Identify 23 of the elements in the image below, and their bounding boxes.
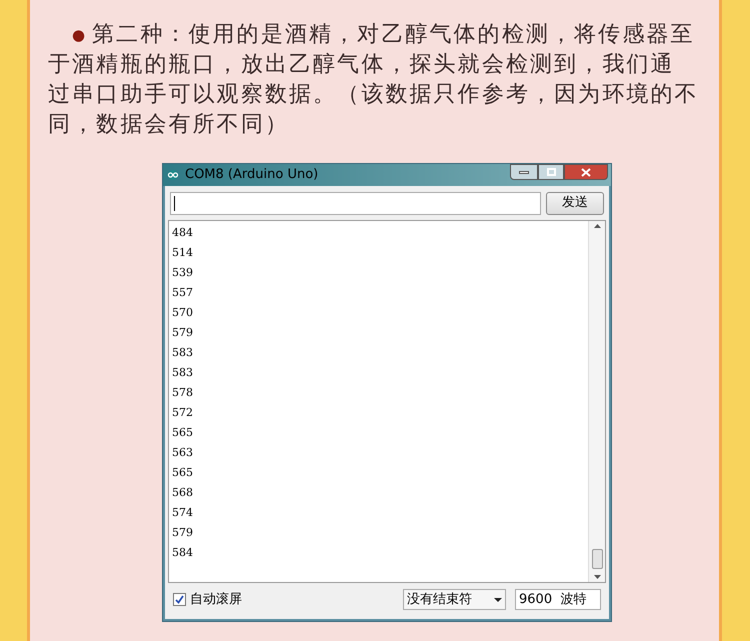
minimize-button[interactable] (510, 164, 538, 180)
serial-output: 484 514 539 557 570 579 583 583 578 572 565 563 565 568 574 579 584 (171, 225, 194, 561)
send-button[interactable]: 发送 (546, 192, 604, 214)
scroll-up-arrow-icon[interactable] (594, 224, 600, 228)
input-field[interactable] (170, 192, 541, 214)
autoscroll-label: 自动滚屏 (190, 590, 242, 609)
baud-rate-dropdown[interactable]: 9600 波特 (515, 589, 601, 610)
paragraph-line: 第二种：使用的是酒精，对乙醇气体的检测，将传感器至 (92, 21, 695, 49)
paragraph-line: 于酒精瓶的瓶口，放出乙醇气体，探头就会检测到，我们通 (48, 51, 675, 79)
scrollbar[interactable] (588, 221, 605, 582)
window-title: COM8 (Arduino Uno) (185, 166, 318, 184)
checkbox[interactable] (173, 593, 186, 606)
bullet: ● (72, 25, 86, 46)
line-ending-dropdown[interactable]: 没有结束符 (403, 589, 506, 610)
dropdown-arrow-icon (494, 598, 502, 602)
paragraph-line: 过串口助手可以观察数据。（该数据只作参考，因为环境的不 (48, 81, 699, 109)
scrollbar-thumb[interactable] (592, 549, 602, 569)
infinity-logo-icon (166, 170, 180, 180)
close-button[interactable] (564, 164, 608, 180)
close-icon (581, 168, 591, 176)
paragraph-line: 同，数据会有所不同） (48, 111, 289, 139)
scroll-down-arrow-icon[interactable] (594, 575, 600, 579)
maximize-button[interactable] (538, 164, 564, 180)
